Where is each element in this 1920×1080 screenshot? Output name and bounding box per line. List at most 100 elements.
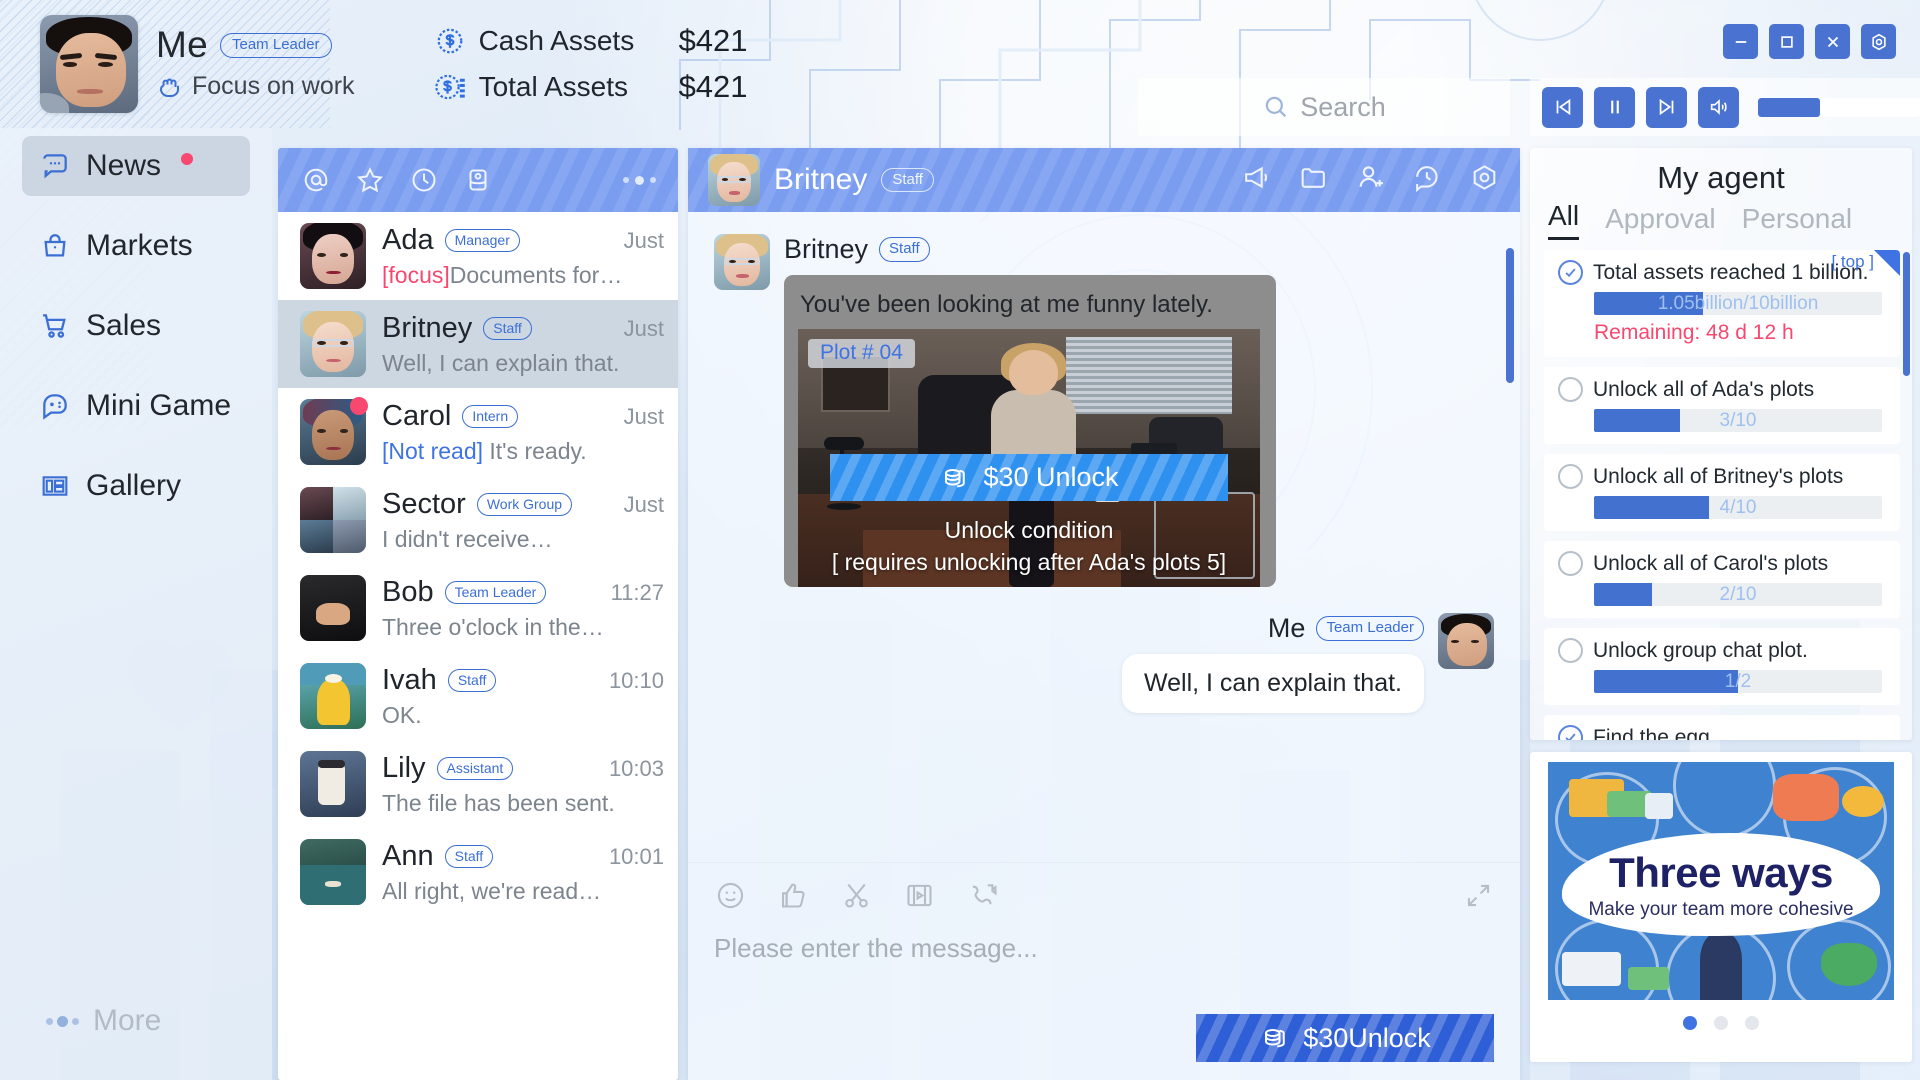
user-role-badge: Team Leader (220, 32, 332, 59)
list-item[interactable]: Britney Staff Just Well, I can explain t… (278, 300, 678, 388)
progress-text: 2/10 (1719, 583, 1757, 605)
unread-badge (350, 397, 368, 415)
checkbox-unchecked[interactable] (1558, 551, 1583, 576)
sidebar-item-sales[interactable]: Sales (22, 296, 250, 356)
chat-messages[interactable]: Britney Staff You've been looking at me … (688, 212, 1520, 720)
task-scrollbar-thumb[interactable] (1903, 252, 1910, 376)
checkbox-unchecked[interactable] (1558, 464, 1583, 489)
message-input[interactable]: Please enter the message... (688, 917, 1520, 964)
avatar (708, 154, 760, 206)
asset-row-cash: Cash Assets $421 (433, 18, 748, 64)
locked-plot-card[interactable]: You've been looking at me funny lately. … (784, 275, 1276, 587)
assets-block: Cash Assets $421 Total Assets $421 (433, 18, 748, 110)
folder-icon[interactable] (1298, 162, 1329, 198)
list-item[interactable]: Sector Work Group Just I didn't receive… (278, 476, 678, 564)
add-user-icon[interactable] (1355, 162, 1386, 198)
task-item[interactable]: Unlock all of Britney's plots 4/10 (1544, 454, 1900, 531)
checkbox-unchecked[interactable] (1558, 638, 1583, 663)
sidebar-item-markets[interactable]: Markets (22, 216, 250, 276)
sidebar-item-more[interactable]: More (46, 1004, 161, 1038)
scissors-icon[interactable] (840, 879, 873, 917)
tab-approval[interactable]: Approval (1605, 203, 1716, 240)
megaphone-icon[interactable] (1241, 162, 1272, 198)
record-icon[interactable] (1469, 162, 1500, 198)
list-item[interactable]: Ann Staff 10:01 All right, we're read… (278, 828, 678, 916)
profile-block[interactable]: Me Team Leader Focus on work (40, 15, 355, 113)
contact-time: 10:03 (608, 755, 664, 781)
contact-time: Just (623, 227, 664, 253)
promo-carousel[interactable]: Three ways Make your team more cohesive (1530, 752, 1912, 1062)
star-icon[interactable] (354, 164, 386, 196)
minimize-button[interactable] (1723, 24, 1758, 59)
task-item[interactable]: Unlock all of Carol's plots 2/10 (1544, 541, 1900, 618)
settings-button[interactable] (1861, 24, 1896, 59)
volume-slider-fill (1758, 97, 1820, 117)
checkbox-checked[interactable] (1558, 260, 1583, 285)
volume-button[interactable] (1698, 86, 1739, 128)
more-icon[interactable] (623, 175, 656, 185)
sidebar-item-label: News (86, 149, 162, 182)
promo-dot-3[interactable] (1745, 1016, 1759, 1030)
promo-dot-2[interactable] (1714, 1016, 1728, 1030)
agent-tabs: All Approval Personal (1530, 200, 1912, 244)
conversation-list-toolbar (278, 148, 678, 212)
asset-value: $421 (678, 69, 748, 104)
list-item[interactable]: Bob Team Leader 11:27 Three o'clock in t… (278, 564, 678, 652)
task-list[interactable]: [ top ] Total assets reached 1 billion. … (1530, 244, 1912, 740)
task-item[interactable]: Unlock all of Ada's plots 3/10 (1544, 367, 1900, 444)
list-item[interactable]: Ivah Staff 10:10 OK. (278, 652, 678, 740)
unlock-plot-button[interactable]: $30 Unlock (830, 454, 1228, 501)
task-scrollbar[interactable] (1903, 252, 1910, 452)
list-item[interactable]: Ada Manager Just [focus]Documents for… (278, 212, 678, 300)
list-item[interactable]: Lily Assistant 10:03 The file has been s… (278, 740, 678, 828)
chat-scrollbar-thumb[interactable] (1506, 248, 1514, 383)
prev-track-button[interactable] (1542, 86, 1583, 128)
task-item[interactable]: [ top ] Total assets reached 1 billion. … (1544, 250, 1900, 357)
pause-button[interactable] (1594, 86, 1635, 128)
chat-scrollbar[interactable] (1506, 248, 1514, 698)
emoji-icon[interactable] (714, 879, 747, 917)
sidebar-item-mini-game[interactable]: Mini Game (22, 376, 250, 436)
avatar (300, 663, 366, 729)
send-unlock-button[interactable]: $30Unlock (1196, 1014, 1494, 1062)
app-root: Me Team Leader Focus on work Cash Assets… (0, 0, 1920, 1080)
avatar[interactable] (40, 15, 138, 113)
video-call-icon[interactable] (966, 879, 999, 917)
media-transport (1530, 78, 1920, 136)
conversation-list[interactable]: Ada Manager Just [focus]Documents for… B… (278, 212, 678, 1080)
video-clip-icon[interactable] (903, 879, 936, 917)
send-unlock-label: $30Unlock (1303, 1022, 1431, 1053)
expand-icon[interactable] (1463, 880, 1494, 916)
thumbs-up-icon[interactable] (777, 879, 810, 917)
search-input[interactable]: Search (1300, 92, 1386, 123)
promo-dot-1[interactable] (1683, 1016, 1697, 1030)
minimize-icon (1735, 40, 1746, 43)
tab-personal[interactable]: Personal (1742, 203, 1853, 240)
profile-status-row: Focus on work (156, 72, 355, 102)
sidebar-item-label: Sales (86, 309, 162, 342)
next-track-button[interactable] (1646, 86, 1687, 128)
message-outgoing: Me Team Leader Well, I can explain that. (714, 613, 1494, 713)
task-item[interactable]: Find the egg. (1544, 715, 1900, 740)
unread-dot (181, 153, 194, 165)
checkbox-unchecked[interactable] (1558, 377, 1583, 402)
avatar (300, 311, 366, 377)
close-button[interactable] (1815, 24, 1850, 59)
message-bubble: Well, I can explain that. (1121, 654, 1424, 713)
promo-pagination[interactable] (1548, 1016, 1894, 1030)
tab-all[interactable]: All (1548, 200, 1580, 240)
checkbox-checked[interactable] (1558, 725, 1583, 740)
sidebar-item-news[interactable]: News (22, 136, 250, 196)
avatar (300, 575, 366, 641)
clock-icon[interactable] (408, 164, 440, 196)
archive-icon[interactable] (462, 164, 494, 196)
maximize-button[interactable] (1769, 24, 1804, 59)
history-chat-icon[interactable] (1412, 162, 1443, 198)
volume-slider[interactable] (1758, 97, 1920, 117)
task-item[interactable]: Unlock group chat plot. 1/2 (1544, 628, 1900, 705)
at-mention-icon[interactable] (300, 164, 332, 196)
list-item[interactable]: Carol Intern Just [Not read] It's ready. (278, 388, 678, 476)
sidebar-item-gallery[interactable]: Gallery (22, 456, 250, 516)
chat-bubble-icon (38, 149, 72, 183)
search-bar[interactable]: Search (1138, 78, 1510, 136)
